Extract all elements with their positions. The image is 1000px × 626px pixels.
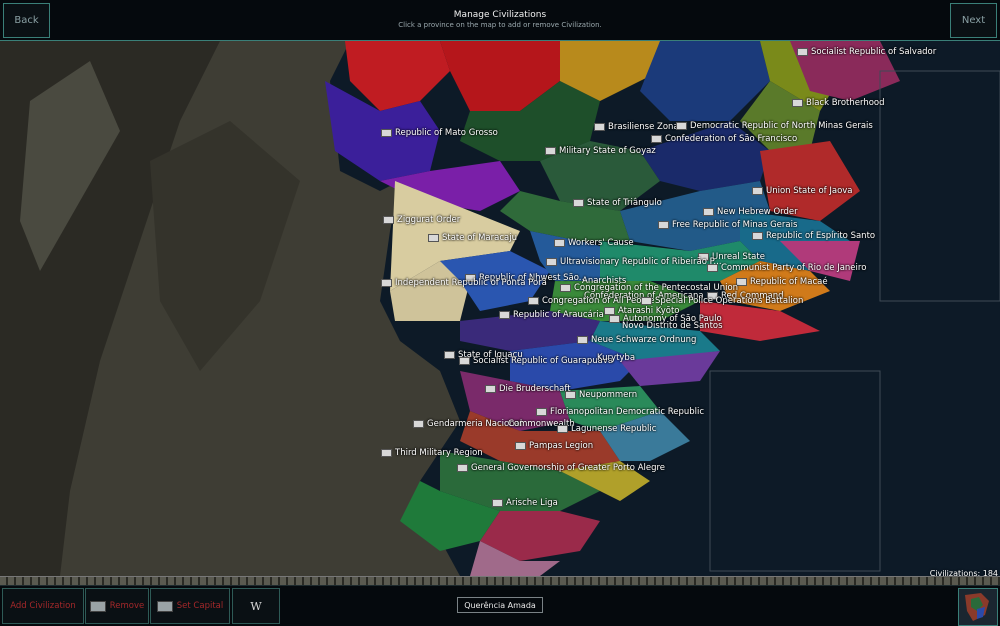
flag-icon	[428, 234, 439, 242]
page-subtitle: Click a province on the map to add or re…	[398, 21, 602, 29]
flag-icon	[658, 221, 669, 229]
bottom-bar: Add Civilization Remove Set Capital W Qu…	[0, 585, 1000, 626]
flag-icon	[528, 297, 539, 305]
set-capital-button[interactable]: Set Capital	[150, 588, 230, 624]
civ-label[interactable]: Special Police Operations Battalion	[641, 296, 803, 306]
civ-label[interactable]: Novo Distrito de Santos	[622, 321, 723, 331]
top-bar: Back Manage Civilizations Click a provin…	[0, 0, 1000, 41]
flag-icon	[707, 264, 718, 272]
civ-label[interactable]: Independent Republic of Ponta Porã	[381, 278, 547, 288]
civ-label[interactable]: Brasiliense Zona	[594, 122, 679, 132]
flag-icon	[413, 420, 424, 428]
civ-label[interactable]: Black Brotherhood	[792, 98, 885, 108]
civ-label[interactable]: Socialist Republic of Guarapuava	[459, 356, 613, 366]
flag-icon	[560, 284, 571, 292]
flag-icon	[577, 336, 588, 344]
flag-icon	[594, 123, 605, 131]
civ-label[interactable]: Die Bruderschaft	[485, 384, 571, 394]
civ-label[interactable]: Ultravisionary Republic of Ribeirão P...	[546, 257, 722, 267]
add-civilization-button[interactable]: Add Civilization	[2, 588, 84, 624]
minimap-canvas	[959, 589, 997, 625]
flag-icon	[557, 425, 568, 433]
civ-label[interactable]: Confederation of São Francisco	[651, 134, 797, 144]
flag-icon	[156, 600, 173, 612]
civ-label[interactable]: Florianopolitan Democratic Republic	[536, 407, 704, 417]
civ-label[interactable]: New Hebrew Order	[703, 207, 798, 217]
flag-icon	[792, 99, 803, 107]
civ-label[interactable]: Republic of Mato Grosso	[381, 128, 498, 138]
flag-icon	[609, 315, 620, 323]
minimap[interactable]	[958, 588, 998, 626]
flag-icon	[381, 279, 392, 287]
civ-label[interactable]: Communist Party of Rio de Janeiro	[707, 263, 866, 273]
civ-label[interactable]: State of Maracaju	[428, 233, 517, 243]
civ-label[interactable]: Congregation of All People	[528, 296, 654, 306]
flag-icon	[381, 129, 392, 137]
flag-icon	[651, 135, 662, 143]
flag-icon	[573, 199, 584, 207]
flag-icon	[499, 311, 510, 319]
flag-icon	[554, 239, 565, 247]
page-title: Manage Civilizations	[453, 10, 547, 20]
flag-icon	[459, 357, 470, 365]
flag-icon	[641, 297, 652, 305]
map-view[interactable]: Socialist Republic of Salvador Black Bro…	[0, 41, 1000, 576]
civ-label[interactable]: Military State of Goyaz	[545, 146, 656, 156]
flag-icon	[444, 351, 455, 359]
flag-icon	[565, 391, 576, 399]
flag-icon	[383, 216, 394, 224]
civ-label[interactable]: Pampas Legion	[515, 441, 593, 451]
flag-icon	[545, 147, 556, 155]
civ-label[interactable]: Republic of Macaé	[736, 277, 828, 287]
civ-label[interactable]: Free Republic of Minas Gerais	[658, 220, 797, 230]
civ-label[interactable]: Arische Liga	[492, 498, 558, 508]
flag-icon	[752, 187, 763, 195]
flag-icon	[703, 208, 714, 216]
add-civilization-label: Add Civilization	[10, 601, 76, 611]
flag-icon	[485, 385, 496, 393]
civ-label[interactable]: Democratic Republic of North Minas Gerai…	[676, 121, 873, 131]
flag-icon	[752, 232, 763, 240]
civ-label[interactable]: Republic of Araucária	[499, 310, 604, 320]
civ-label[interactable]: Republic of Espírito Santo	[752, 231, 875, 241]
wiki-label: W	[250, 599, 262, 613]
flag-icon	[676, 122, 687, 130]
civ-label[interactable]: Workers' Cause	[554, 238, 634, 248]
flag-icon	[89, 600, 106, 612]
civ-label[interactable]: Kurytyba	[597, 353, 635, 363]
flag-icon	[515, 442, 526, 450]
flag-icon	[457, 464, 468, 472]
flag-icon	[546, 258, 557, 266]
selected-civilization[interactable]: Querência Amada	[457, 597, 543, 613]
civ-label[interactable]: Neue Schwarze Ordnung	[577, 335, 696, 345]
remove-label: Remove	[109, 601, 145, 611]
civ-label[interactable]: Ziggurat Order	[383, 215, 460, 225]
next-button[interactable]: Next	[950, 3, 997, 38]
civ-label[interactable]: Gendarmeria Nacional	[413, 419, 522, 429]
civ-label[interactable]: Socialist Republic of Salvador	[797, 47, 936, 57]
flag-icon	[536, 408, 547, 416]
set-capital-label: Set Capital	[176, 601, 224, 611]
wiki-button[interactable]: W	[232, 588, 280, 624]
civ-label[interactable]: State of Triângulo	[573, 198, 662, 208]
remove-button[interactable]: Remove	[85, 588, 149, 624]
flag-icon	[492, 499, 503, 507]
flag-icon	[381, 449, 392, 457]
civ-label[interactable]: Union State of Jaova	[752, 186, 853, 196]
civ-label[interactable]: General Governorship of Greater Porto Al…	[457, 463, 665, 473]
civ-label[interactable]: Lagunense Republic	[557, 424, 656, 434]
flag-icon	[797, 48, 808, 56]
civ-label[interactable]: Neupommern	[565, 390, 637, 400]
civilizations-count: Civilizations: 184	[929, 569, 998, 578]
civ-label[interactable]: Third Military Region	[381, 448, 483, 458]
